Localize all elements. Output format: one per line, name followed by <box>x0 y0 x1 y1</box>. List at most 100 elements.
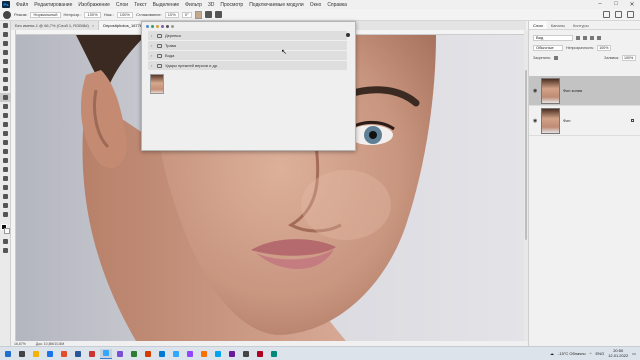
filter-shape-icon[interactable] <box>597 35 601 40</box>
brush-group-water[interactable]: › Вода <box>148 51 347 60</box>
taskbar-app-icon[interactable] <box>114 349 126 359</box>
taskbar-app-icon[interactable] <box>128 349 140 359</box>
crop-tool-icon[interactable] <box>0 57 11 66</box>
menu-view[interactable]: Просмотр <box>217 2 246 8</box>
maximize-icon[interactable]: □ <box>608 1 624 8</box>
taskbar-app-icon[interactable] <box>254 349 266 359</box>
menu-window[interactable]: Окно <box>307 2 325 8</box>
marquee-tool-icon[interactable] <box>0 30 11 39</box>
pressure-size-icon[interactable] <box>214 11 222 18</box>
tab-paths[interactable]: Контуры <box>569 21 593 29</box>
recent-brush-swatch[interactable] <box>171 24 174 28</box>
lock-icon[interactable] <box>554 55 559 60</box>
recent-brush-swatch[interactable] <box>166 24 169 28</box>
chevron-right-icon[interactable]: › <box>151 63 154 68</box>
stamp-tool-icon[interactable] <box>0 102 11 111</box>
taskbar-app-icon[interactable] <box>198 349 210 359</box>
taskbar-app-icon[interactable] <box>226 349 238 359</box>
screen-mode-icon[interactable] <box>0 246 11 255</box>
dodge-tool-icon[interactable] <box>0 147 11 156</box>
layer-fill-field[interactable]: 100% <box>622 54 636 61</box>
brush-group-trees[interactable]: › Деревья <box>148 31 347 40</box>
zoom-tool-icon[interactable] <box>0 201 11 210</box>
more-tools-icon[interactable] <box>0 210 11 219</box>
taskbar-app-icon[interactable] <box>72 349 84 359</box>
brush-group-grass[interactable]: › Трава <box>148 41 347 50</box>
pressure-opacity-icon[interactable] <box>204 11 212 18</box>
blur-tool-icon[interactable] <box>0 138 11 147</box>
menu-edit[interactable]: Редактирование <box>31 2 75 8</box>
tray-chevron-icon[interactable]: ^ <box>590 351 592 356</box>
document-tab[interactable]: Без имени-1 @ 66,7% (Слой 1, RGB/8#) × <box>11 21 100 30</box>
taskbar-app-icon[interactable] <box>58 349 70 359</box>
layer-name[interactable]: Фон <box>563 118 570 123</box>
hand-tool-icon[interactable] <box>0 192 11 201</box>
color-swatches[interactable] <box>0 223 11 237</box>
shape-tool-icon[interactable] <box>0 183 11 192</box>
chevron-right-icon[interactable]: › <box>151 43 154 48</box>
start-icon[interactable] <box>2 349 14 359</box>
taskbar-app-icon[interactable] <box>156 349 168 359</box>
menu-image[interactable]: Изображение <box>75 2 113 8</box>
layer-thumbnail[interactable] <box>541 107 560 134</box>
taskbar-app-icon[interactable] <box>184 349 196 359</box>
weather-icon[interactable]: ☁ <box>550 351 554 356</box>
recent-brush-swatch[interactable] <box>156 24 159 28</box>
menu-select[interactable]: Выделение <box>150 2 183 8</box>
brush-preset-icon[interactable] <box>3 10 11 19</box>
move-tool-icon[interactable] <box>0 21 11 30</box>
taskbar-app-icon[interactable] <box>240 349 252 359</box>
taskbar-app-icon[interactable] <box>30 349 42 359</box>
layer-thumbnail[interactable] <box>541 77 560 104</box>
filter-pixel-icon[interactable] <box>576 35 580 40</box>
smoothing-field[interactable]: 10% <box>164 11 179 18</box>
angle-field[interactable]: 0° <box>181 11 192 18</box>
healing-tool-icon[interactable] <box>0 84 11 93</box>
weather-text[interactable]: -15°C Облачно <box>558 351 586 356</box>
layer-row[interactable]: ◉ Фон <box>529 106 640 136</box>
tab-channels[interactable]: Каналы <box>547 21 569 29</box>
language-indicator[interactable]: ENG <box>596 351 605 356</box>
recent-brush-swatch[interactable] <box>151 24 154 28</box>
brush-preview-thumbnail[interactable] <box>150 74 164 94</box>
gradient-tool-icon[interactable] <box>0 129 11 138</box>
opacity-field[interactable]: 100% <box>84 11 101 18</box>
brush-group-legacy[interactable]: › Удары прежней версии и др. <box>148 61 347 70</box>
eye-icon[interactable]: ◉ <box>533 118 538 124</box>
tab-layers[interactable]: Слои <box>529 21 547 29</box>
menu-layers[interactable]: Слои <box>113 2 131 8</box>
gear-icon[interactable] <box>346 33 350 37</box>
type-tool-icon[interactable] <box>0 165 11 174</box>
background-color[interactable] <box>4 228 10 234</box>
quick-select-tool-icon[interactable] <box>0 48 11 57</box>
recent-brush-swatch[interactable] <box>146 24 149 28</box>
menu-type[interactable]: Текст <box>131 2 150 8</box>
workspace-icon[interactable] <box>615 11 622 18</box>
chevron-right-icon[interactable]: › <box>151 33 154 38</box>
close-tab-icon[interactable]: × <box>92 23 94 28</box>
filter-type-icon[interactable] <box>590 35 594 40</box>
chevron-right-icon[interactable]: › <box>151 53 154 58</box>
mode-select[interactable]: Нормальный <box>30 11 61 18</box>
menu-file[interactable]: Файл <box>13 2 31 8</box>
minimize-icon[interactable]: – <box>592 1 608 8</box>
eyedropper-tool-icon[interactable] <box>0 75 11 84</box>
taskbar-app-icon[interactable] <box>44 349 56 359</box>
brush-tool-icon[interactable] <box>0 93 11 102</box>
history-brush-tool-icon[interactable] <box>0 111 11 120</box>
layer-filter-select[interactable]: Вид <box>533 34 573 41</box>
filter-adjust-icon[interactable] <box>583 35 587 40</box>
blend-mode-select[interactable]: Обычные <box>533 44 563 51</box>
recent-brush-swatch[interactable] <box>161 24 164 28</box>
layer-opacity-field[interactable]: 100% <box>597 44 612 51</box>
pen-tool-icon[interactable] <box>0 156 11 165</box>
quick-mask-icon[interactable] <box>0 237 11 246</box>
taskbar-app-icon[interactable] <box>86 349 98 359</box>
zoom-level[interactable]: 16,67% <box>14 342 26 346</box>
menu-plugins[interactable]: Подключаемые модули <box>246 2 306 8</box>
menu-filter[interactable]: Фильтр <box>182 2 205 8</box>
search-icon[interactable] <box>603 11 610 18</box>
close-icon[interactable]: ✕ <box>624 1 640 8</box>
menu-3d[interactable]: 3D <box>205 2 217 8</box>
eraser-tool-icon[interactable] <box>0 120 11 129</box>
